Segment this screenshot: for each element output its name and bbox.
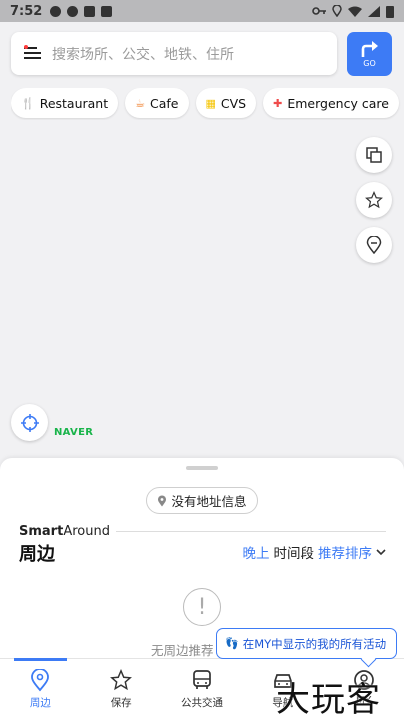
location-pin-button[interactable] <box>356 227 392 263</box>
chip-label: Restaurant <box>39 95 109 111</box>
info-icon <box>67 5 79 17</box>
layers-button[interactable] <box>356 137 392 173</box>
map-pin-icon <box>31 668 50 691</box>
bus-icon <box>193 670 211 689</box>
search-bar[interactable]: 搜索场所、公交、地铁、住所 <box>11 32 337 75</box>
divider <box>116 531 386 532</box>
signal-icon <box>368 5 380 17</box>
favorites-button[interactable] <box>356 182 392 218</box>
chip-label: CVS <box>220 95 247 111</box>
star-icon <box>365 191 383 209</box>
chip-label: Cafe <box>150 95 179 111</box>
sort-filter[interactable]: 推荐排序 <box>318 542 372 562</box>
time-filter-label: 时间段 <box>273 546 315 562</box>
address-text: 没有地址信息 <box>171 494 247 509</box>
battery-icon <box>386 5 394 18</box>
sim-icon <box>84 5 96 17</box>
watermark: 大玩客 <box>276 680 381 720</box>
chip-cafe[interactable]: ☕ Cafe <box>125 88 189 118</box>
pin-icon <box>158 495 167 506</box>
star-outline-icon <box>110 669 133 691</box>
coffee-icon: ☕ <box>135 96 146 110</box>
tooltip-text: 在MY中显示的我的所有活动 <box>242 636 387 651</box>
status-time: 7:52 <box>10 3 43 19</box>
chevron-down-icon <box>376 548 386 555</box>
nav-transit[interactable]: 公共交通 <box>162 659 243 720</box>
go-label: GO <box>363 59 376 68</box>
nav-label: 保存 <box>110 697 132 709</box>
smart-around-bold: Smart <box>19 524 64 539</box>
empty-state-text: 无周边推荐 <box>151 643 214 658</box>
nav-nearby[interactable]: 周边 <box>0 658 81 720</box>
location-icon <box>332 5 342 17</box>
medical-cross-icon: ✚ <box>273 96 283 110</box>
filter-bar[interactable]: 晚上 时间段 推荐排序 <box>243 542 387 562</box>
my-activity-tooltip[interactable]: 👣 在MY中显示的我的所有活动 <box>216 628 397 659</box>
search-input[interactable]: 搜索场所、公交、地铁、住所 <box>52 44 234 64</box>
nav-saved[interactable]: 保存 <box>81 659 162 720</box>
footprints-icon: 👣 <box>225 637 239 650</box>
nav-label: 周边 <box>29 697 51 709</box>
fork-knife-icon: 🍴 <box>21 96 35 110</box>
sheet-handle[interactable] <box>186 466 218 470</box>
status-bar: 7:52 <box>0 0 404 22</box>
time-filter-value[interactable]: 晚上 <box>243 542 270 562</box>
android-icon <box>101 5 113 17</box>
layers-icon <box>366 147 382 163</box>
location-pin-icon <box>366 236 382 254</box>
nav-label: 公共交通 <box>180 697 223 709</box>
status-left-icons <box>50 5 113 17</box>
vpn-key-icon <box>312 7 326 15</box>
wifi-icon <box>348 6 362 17</box>
section-title: 周边 <box>19 544 55 565</box>
my-location-button[interactable] <box>11 404 48 441</box>
status-right-icons <box>312 5 394 18</box>
message-icon <box>50 5 62 17</box>
smart-around-logo: SmartAround <box>19 524 110 539</box>
directions-go-button[interactable]: GO <box>347 32 392 76</box>
crosshair-icon <box>20 413 39 432</box>
chip-restaurant[interactable]: 🍴 Restaurant <box>11 88 119 118</box>
naver-logo: NAVER <box>54 427 94 438</box>
chip-emergency-care[interactable]: ✚ Emergency care <box>263 88 399 118</box>
exclamation-icon: ! <box>183 588 221 626</box>
address-chip[interactable]: 没有地址信息 <box>146 487 258 514</box>
directions-arrow-icon <box>361 41 378 57</box>
smart-around-rest: Around <box>63 524 110 539</box>
menu-icon[interactable] <box>24 45 41 60</box>
category-chips: 🍴 Restaurant ☕ Cafe ▦ CVS ✚ Emergency ca… <box>11 88 404 120</box>
chip-label: Emergency care <box>287 95 389 111</box>
store-icon: ▦ <box>205 96 216 110</box>
chip-cvs[interactable]: ▦ CVS <box>195 88 257 118</box>
